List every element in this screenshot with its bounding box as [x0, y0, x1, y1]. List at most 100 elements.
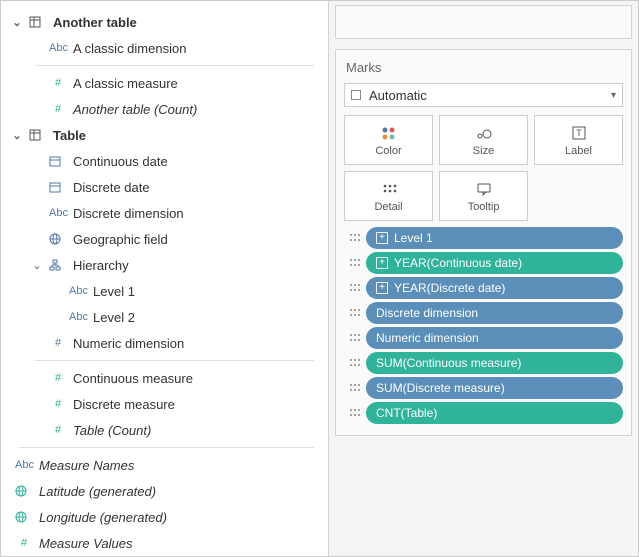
- expand-icon[interactable]: +: [376, 232, 388, 244]
- shelf-label: Tooltip: [468, 201, 500, 213]
- field-type-icon: [49, 155, 67, 167]
- field-label: Hierarchy: [73, 258, 129, 273]
- data-pane[interactable]: ⌄ Another table Abc A classic dimension …: [1, 1, 329, 556]
- size-icon: [475, 124, 493, 142]
- pill-row: CNT(Table): [344, 402, 623, 424]
- field-type-icon: #: [49, 398, 67, 410]
- field-type-icon: Abc: [49, 207, 67, 219]
- pill-row: + YEAR(Discrete date): [344, 277, 623, 299]
- field-item[interactable]: Geographic field: [5, 226, 324, 252]
- collapse-caret-icon[interactable]: ⌄: [11, 16, 23, 29]
- size-shelf[interactable]: Size: [439, 115, 528, 165]
- detail-icon[interactable]: [344, 332, 366, 344]
- detail-icon[interactable]: [344, 232, 366, 244]
- field-item[interactable]: Discrete date: [5, 174, 324, 200]
- field-pill[interactable]: + YEAR(Discrete date): [366, 277, 623, 299]
- field-item[interactable]: Abc Level 1: [5, 278, 324, 304]
- pill-row: Numeric dimension: [344, 327, 623, 349]
- field-pill[interactable]: Numeric dimension: [366, 327, 623, 349]
- detail-icon[interactable]: [344, 382, 366, 394]
- table-header[interactable]: ⌄ Table: [5, 122, 324, 148]
- label-icon: T: [571, 124, 587, 142]
- collapse-caret-icon[interactable]: ⌄: [31, 259, 43, 272]
- detail-icon[interactable]: [344, 407, 366, 419]
- field-type-icon: [49, 233, 67, 245]
- collapse-caret-icon[interactable]: ⌄: [11, 129, 23, 142]
- field-item[interactable]: Abc Discrete dimension: [5, 200, 324, 226]
- shelf-label: Label: [565, 145, 592, 157]
- detail-shelf[interactable]: Detail: [344, 171, 433, 221]
- marks-type-dropdown[interactable]: Automatic ▾: [344, 83, 623, 107]
- field-item[interactable]: Abc Level 2: [5, 304, 324, 330]
- field-label: Continuous date: [73, 154, 168, 169]
- detail-icon[interactable]: [344, 257, 366, 269]
- automatic-mark-icon: [351, 90, 361, 100]
- field-pill[interactable]: SUM(Continuous measure): [366, 352, 623, 374]
- tooltip-shelf[interactable]: Tooltip: [439, 171, 528, 221]
- dim-measure-separator: [35, 360, 314, 361]
- table-name: Table: [53, 128, 86, 143]
- pill-row: + Level 1: [344, 227, 623, 249]
- field-label: Longitude (generated): [39, 510, 167, 525]
- field-item[interactable]: # Continuous measure: [5, 365, 324, 391]
- field-item[interactable]: # Measure Values: [5, 530, 324, 556]
- detail-icon[interactable]: [344, 357, 366, 369]
- field-item[interactable]: # Table (Count): [5, 417, 324, 443]
- field-type-icon: [49, 181, 67, 193]
- field-label: Discrete date: [73, 180, 150, 195]
- expand-icon[interactable]: +: [376, 282, 388, 294]
- field-pill[interactable]: SUM(Discrete measure): [366, 377, 623, 399]
- marks-type-label: Automatic: [369, 88, 427, 103]
- marks-pill-list: + Level 1 + YEAR(Continuous date) + YEAR…: [344, 227, 623, 424]
- field-type-icon: Abc: [49, 42, 67, 54]
- dim-measure-separator: [35, 65, 314, 66]
- field-type-icon: #: [15, 537, 33, 549]
- pill-label: Numeric dimension: [376, 331, 479, 345]
- field-pill[interactable]: CNT(Table): [366, 402, 623, 424]
- pill-label: SUM(Continuous measure): [376, 356, 521, 370]
- color-shelf[interactable]: Color: [344, 115, 433, 165]
- field-item[interactable]: # Another table (Count): [5, 96, 324, 122]
- detail-icon[interactable]: [344, 282, 366, 294]
- field-item[interactable]: # Discrete measure: [5, 391, 324, 417]
- field-type-icon: [29, 16, 47, 28]
- field-type-icon: #: [49, 77, 67, 89]
- pill-row: SUM(Continuous measure): [344, 352, 623, 374]
- field-label: Level 2: [93, 310, 135, 325]
- field-pill[interactable]: + Level 1: [366, 227, 623, 249]
- label-shelf[interactable]: T Label: [534, 115, 623, 165]
- field-item[interactable]: Abc Measure Names: [5, 452, 324, 478]
- field-pill[interactable]: Discrete dimension: [366, 302, 623, 324]
- pill-label: YEAR(Discrete date): [394, 281, 505, 295]
- color-icon: [381, 124, 397, 142]
- marks-title: Marks: [344, 58, 623, 83]
- field-item[interactable]: # Numeric dimension: [5, 330, 324, 356]
- pill-label: CNT(Table): [376, 406, 437, 420]
- field-item[interactable]: Continuous date: [5, 148, 324, 174]
- field-type-icon: #: [49, 372, 67, 384]
- right-panel: Marks Automatic ▾ Color Size T Label Deta…: [329, 1, 638, 556]
- shelf-label: Size: [473, 145, 494, 157]
- field-label: Table (Count): [73, 423, 151, 438]
- field-label: Another table (Count): [73, 102, 197, 117]
- table-name: Another table: [53, 15, 137, 30]
- field-item[interactable]: # A classic measure: [5, 70, 324, 96]
- detail-icon: [381, 180, 397, 198]
- field-label: A classic dimension: [73, 41, 186, 56]
- field-label: A classic measure: [73, 76, 178, 91]
- field-item[interactable]: ⌄ Hierarchy: [5, 252, 324, 278]
- field-type-icon: #: [49, 424, 67, 436]
- field-label: Numeric dimension: [73, 336, 184, 351]
- tooltip-icon: [476, 180, 492, 198]
- marks-card: Marks Automatic ▾ Color Size T Label Deta…: [335, 49, 632, 436]
- expand-icon[interactable]: +: [376, 257, 388, 269]
- field-type-icon: #: [49, 103, 67, 115]
- pill-label: YEAR(Continuous date): [394, 256, 522, 270]
- detail-icon[interactable]: [344, 307, 366, 319]
- table-header[interactable]: ⌄ Another table: [5, 9, 324, 35]
- field-pill[interactable]: + YEAR(Continuous date): [366, 252, 623, 274]
- pill-row: + YEAR(Continuous date): [344, 252, 623, 274]
- field-item[interactable]: Longitude (generated): [5, 504, 324, 530]
- field-item[interactable]: Latitude (generated): [5, 478, 324, 504]
- field-item[interactable]: Abc A classic dimension: [5, 35, 324, 61]
